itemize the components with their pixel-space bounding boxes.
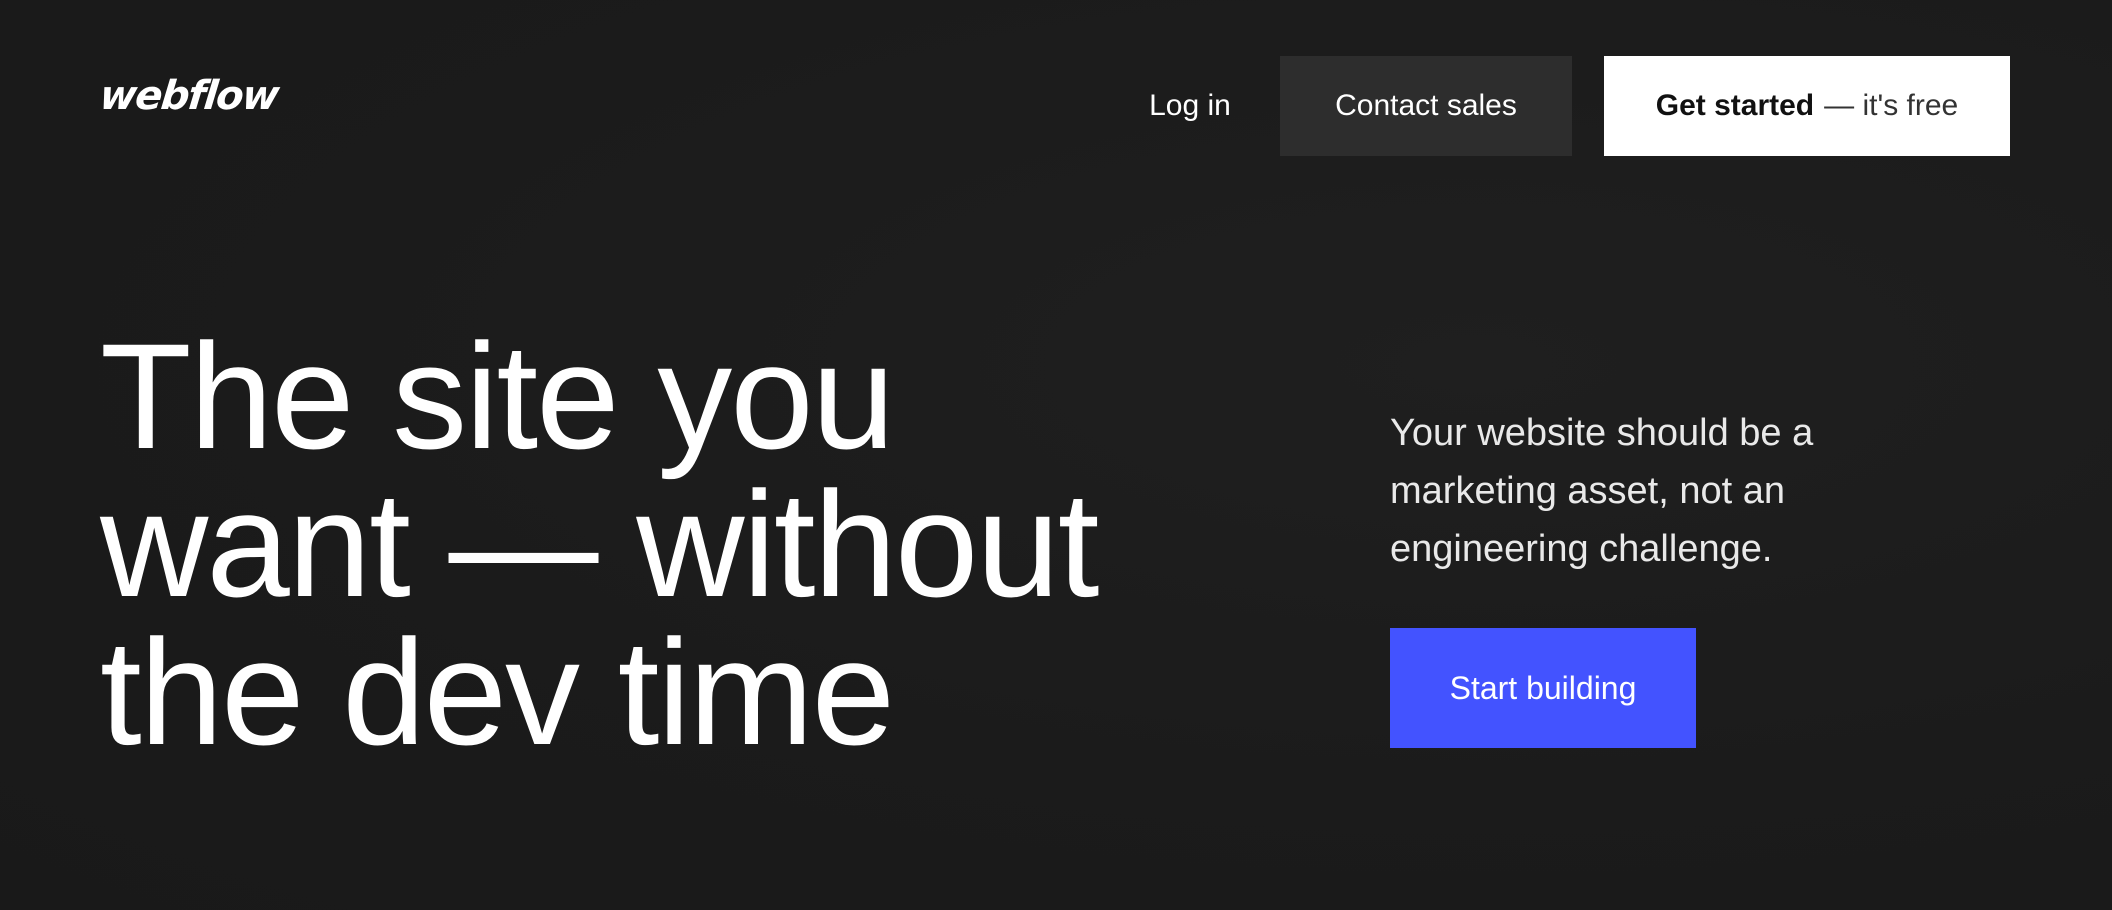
hero-subtitle-line: marketing asset, not an <box>1390 470 1785 512</box>
hero-title: The site you want — without the dev time <box>100 312 1300 776</box>
get-started-label: Get started <box>1655 89 1815 122</box>
hero-title-line: the dev time <box>100 608 895 776</box>
get-started-button[interactable]: Get started — it's free <box>1604 56 2010 156</box>
hero-subtitle-line: Your website should be a <box>1390 412 1814 454</box>
contact-sales-button[interactable]: Contact sales <box>1280 56 1572 156</box>
hero-subtitle-line: engineering challenge. <box>1390 528 1773 570</box>
start-building-button[interactable]: Start building <box>1390 628 1696 748</box>
hero-title-line: The site you <box>100 312 895 480</box>
get-started-free-note: — it's free <box>1824 89 1959 122</box>
webflow-logo[interactable]: webflow <box>98 73 281 119</box>
page: webflow Log in Contact sales Get started… <box>0 0 2112 910</box>
hero-title-line: want — without <box>100 460 1099 628</box>
site-header: webflow Log in Contact sales Get started… <box>0 0 2112 160</box>
login-link[interactable]: Log in <box>1130 56 1250 156</box>
hero-subtitle: Your website should be a marketing asset… <box>1390 404 1950 578</box>
